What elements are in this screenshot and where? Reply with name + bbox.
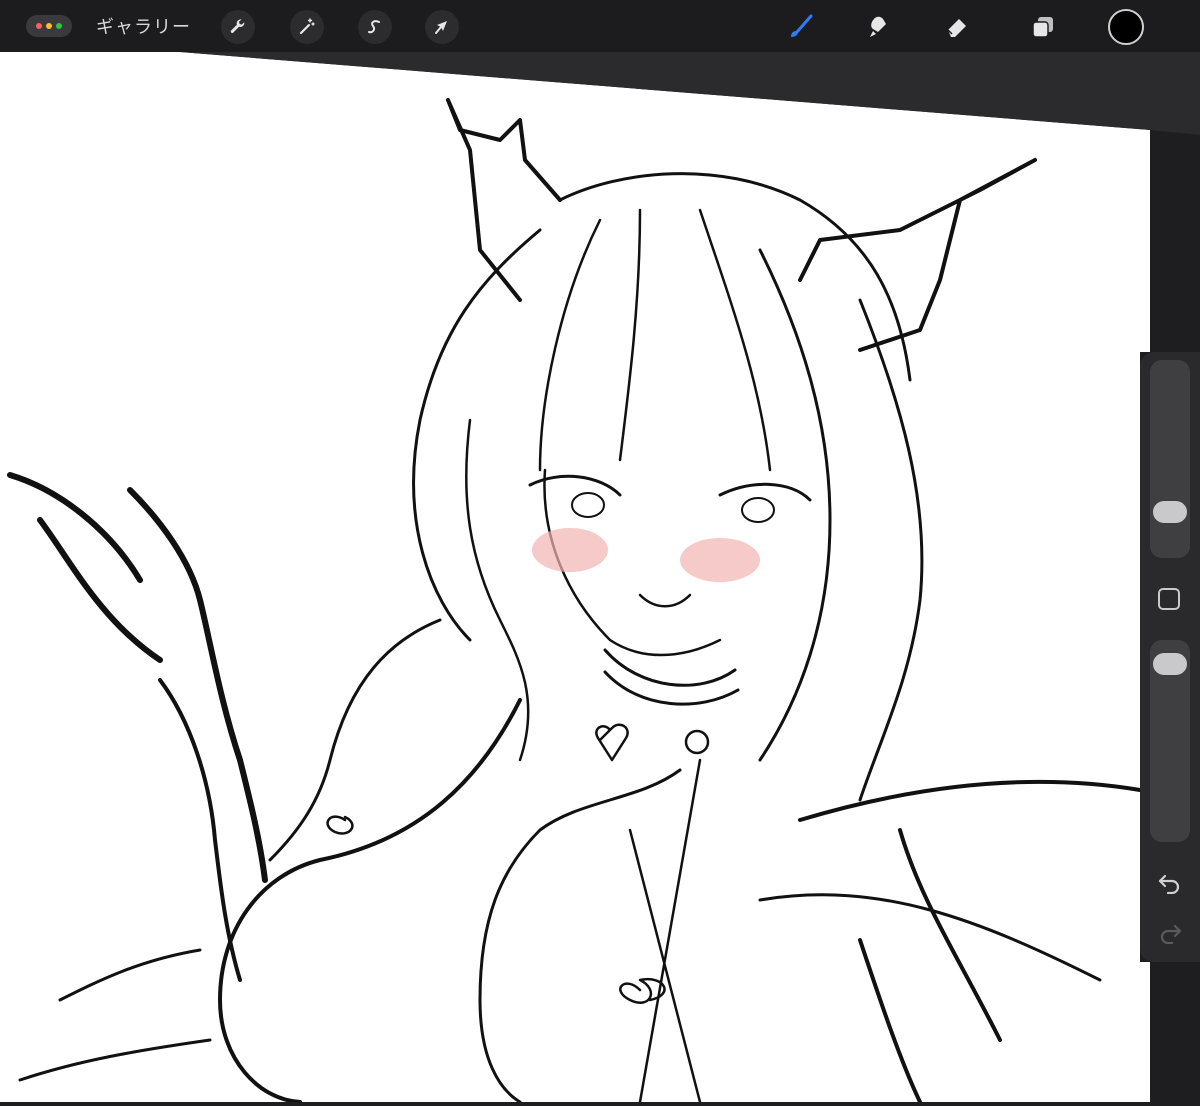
brush-size-thumb[interactable] — [1153, 500, 1187, 523]
zoom-dot[interactable] — [56, 23, 62, 29]
drawing-canvas[interactable] — [0, 52, 1200, 1104]
layers-button[interactable] — [1026, 10, 1060, 44]
transform-button[interactable] — [425, 10, 459, 44]
close-dot[interactable] — [36, 23, 42, 29]
undo-button[interactable] — [1154, 868, 1186, 898]
redo-icon — [1160, 924, 1182, 944]
side-toolbar — [1140, 352, 1200, 962]
minimize-dot[interactable] — [46, 23, 52, 29]
magic-wand-icon — [299, 18, 315, 35]
arrow-cursor-icon — [435, 21, 447, 34]
brush-icon — [791, 14, 813, 37]
smudge-icon — [870, 16, 886, 37]
selection-button[interactable] — [358, 10, 392, 44]
opacity-thumb[interactable] — [1153, 653, 1187, 676]
undo-icon — [1158, 874, 1180, 894]
redo-button[interactable] — [1154, 918, 1186, 948]
gallery-button[interactable]: ギャラリー — [96, 13, 191, 39]
selection-s-icon — [368, 20, 380, 34]
actions-button[interactable] — [221, 10, 255, 44]
window-controls[interactable] — [26, 15, 72, 37]
opacity-slider[interactable] — [1150, 640, 1190, 842]
adjustments-button[interactable] — [290, 10, 324, 44]
modify-square-icon[interactable] — [1158, 588, 1180, 610]
wrench-icon — [230, 19, 245, 33]
brush-tool-button[interactable] — [784, 10, 818, 44]
eraser-icon — [947, 19, 966, 37]
top-toolbar: ギャラリー — [0, 0, 1200, 52]
eraser-tool-button[interactable] — [940, 10, 974, 44]
smudge-tool-button[interactable] — [862, 10, 896, 44]
brush-size-slider[interactable] — [1150, 360, 1190, 558]
layers-icon — [1032, 17, 1053, 38]
color-swatch-button[interactable] — [1108, 9, 1144, 45]
canvas-artwork — [0, 52, 1200, 1104]
